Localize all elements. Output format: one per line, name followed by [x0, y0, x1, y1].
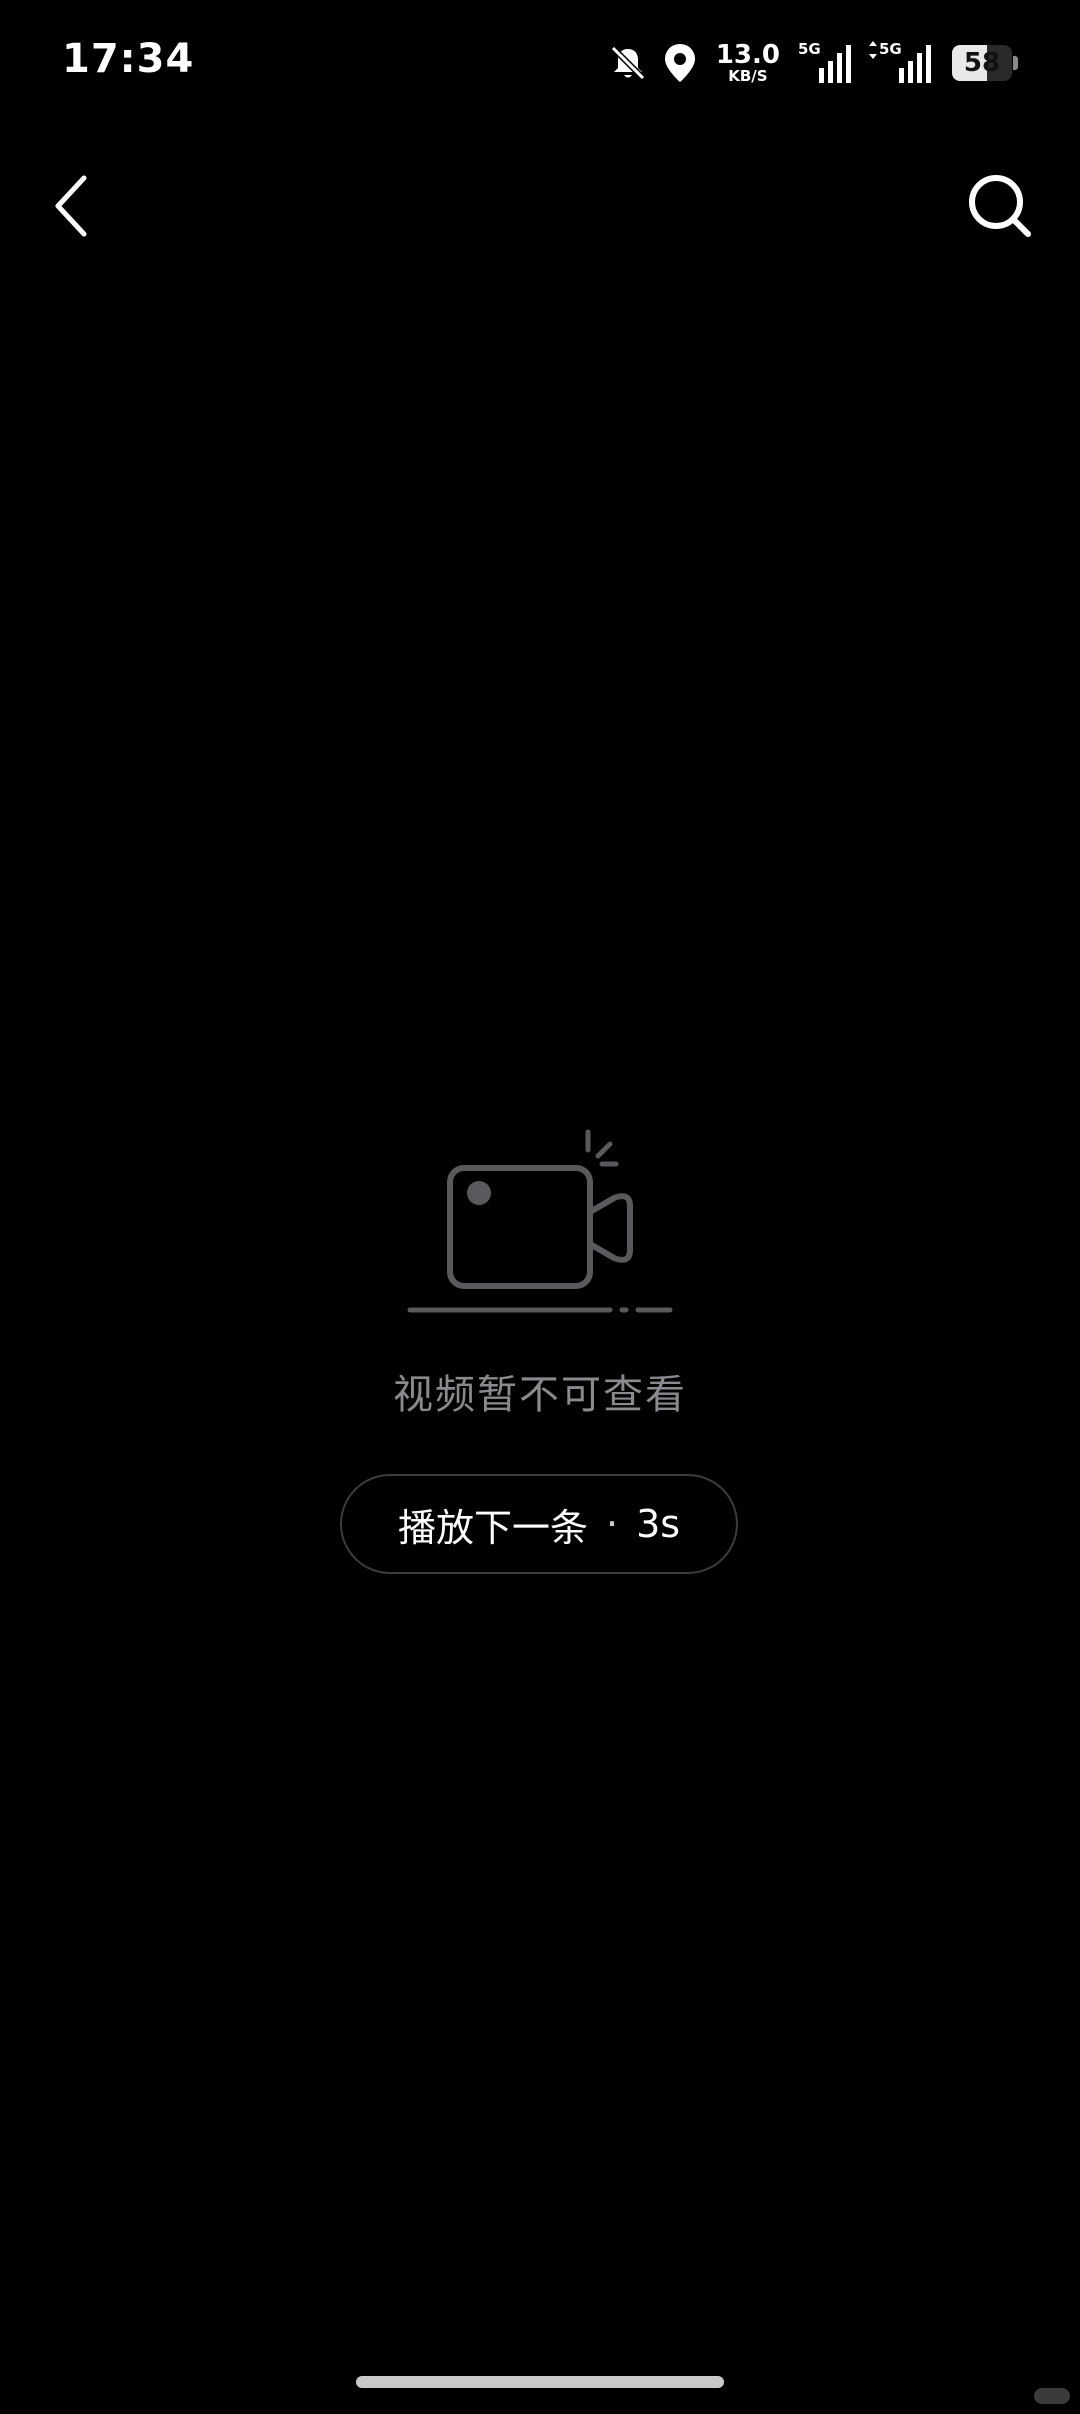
home-indicator[interactable] — [356, 2376, 724, 2388]
network-speed-unit: KB/S — [728, 67, 768, 85]
signal-icon — [819, 45, 851, 83]
video-camera-icon — [407, 1129, 673, 1313]
signal-icon — [899, 45, 931, 83]
search-icon — [969, 175, 1031, 237]
network-speed-value: 13.0 — [715, 40, 780, 70]
sim2-signal: 5G — [868, 40, 934, 86]
battery-cap — [1013, 56, 1018, 70]
bell-muted-icon — [610, 45, 645, 81]
status-time: 17:34 — [62, 36, 195, 82]
data-transfer-icon — [869, 41, 877, 59]
status-icons: 13.0 KB/S 5G 5G 58 — [608, 38, 1018, 88]
play-next-label: 播放下一条 — [397, 1505, 588, 1550]
network-speed: 13.0 KB/S — [716, 42, 780, 84]
sim1-signal: 5G — [798, 40, 854, 86]
search-button[interactable] — [960, 166, 1040, 246]
battery-icon: 58 — [952, 45, 1018, 81]
status-bar: 17:34 13.0 KB/S 5G 5G 58 — [0, 0, 1080, 130]
play-next-countdown: 3s — [636, 1502, 681, 1546]
watermark-badge — [1034, 2388, 1070, 2404]
location-icon — [664, 44, 695, 82]
play-next-button[interactable]: 播放下一条 · 3s — [340, 1474, 738, 1574]
back-button[interactable] — [40, 166, 104, 246]
battery-level: 58 — [963, 48, 1001, 78]
chevron-left-icon — [55, 175, 87, 237]
video-unavailable-message: 视频暂不可查看 — [393, 1372, 687, 1418]
play-next-separator: · — [605, 1502, 619, 1546]
battery-body: 58 — [952, 45, 1012, 81]
